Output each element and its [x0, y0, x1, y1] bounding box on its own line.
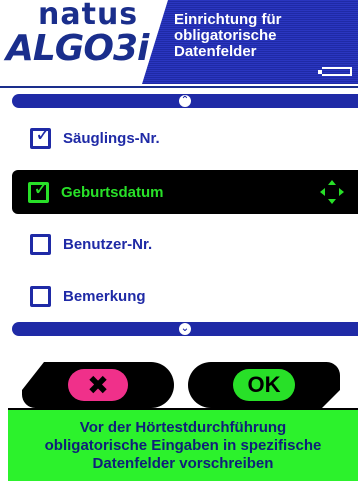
scroll-down-bar[interactable]: ⌄: [12, 322, 358, 336]
close-icon[interactable]: ✖: [68, 369, 128, 401]
checkmark-icon: ✓: [35, 123, 52, 146]
page-title: Einrichtung für obligatorische Datenfeld…: [174, 12, 344, 60]
help-text-line3: Datenfelder vorschreiben: [92, 454, 274, 472]
chevron-up-icon[interactable]: ⌃: [179, 95, 191, 107]
list-item-label: Bemerkung: [63, 287, 146, 305]
ok-label[interactable]: OK: [233, 369, 295, 401]
scroll-up-bar[interactable]: ⌃: [12, 94, 358, 108]
battery-icon: [318, 67, 352, 76]
list-item-geburtsdatum[interactable]: ✓ Geburtsdatum: [12, 170, 358, 214]
checkmark-icon: ✓: [33, 177, 50, 200]
header-divider: [0, 86, 358, 88]
list-item-label: Geburtsdatum: [61, 183, 164, 201]
checkbox-geburtsdatum[interactable]: ✓: [28, 177, 50, 203]
logo: natus ALGO3i: [0, 0, 158, 82]
page-title-line1: Einrichtung für: [174, 11, 282, 28]
list-item-bemerkung[interactable]: Bemerkung: [14, 276, 358, 316]
field-list: ⌃ ✓ Säuglings-Nr. ✓ Geburtsdatum Benutze…: [0, 94, 358, 344]
help-text-line1: Vor der Hörtestdurchführung: [79, 418, 287, 436]
ok-button[interactable]: OK: [188, 362, 340, 408]
help-text-box: Vor der Hörtestdurchführung obligatorisc…: [8, 408, 358, 481]
cancel-button[interactable]: ✖: [22, 362, 174, 408]
checkbox-benutzer-nr[interactable]: [30, 233, 51, 255]
help-text-line2: obligatorische Eingaben in spezifische: [44, 436, 322, 454]
list-item-label: Benutzer-Nr.: [63, 235, 153, 253]
page-title-line3: Datenfelder: [174, 43, 257, 60]
checkbox-saeuglings-nr[interactable]: ✓: [30, 123, 52, 149]
checkbox-bemerkung[interactable]: [30, 285, 51, 307]
chevron-down-icon[interactable]: ⌄: [179, 323, 191, 335]
list-item-label: Säuglings-Nr.: [63, 129, 160, 147]
list-item-benutzer-nr[interactable]: Benutzer-Nr.: [14, 224, 358, 264]
header-panel: Einrichtung für obligatorische Datenfeld…: [142, 0, 358, 84]
logo-algo: ALGO3i: [6, 28, 149, 69]
move-arrows-icon[interactable]: [320, 180, 344, 204]
list-item-saeuglings-nr[interactable]: ✓ Säuglings-Nr.: [14, 118, 358, 158]
help-text: Vor der Hörtestdurchführung obligatorisc…: [45, 419, 322, 473]
page-title-line2: obligatorische: [174, 27, 277, 44]
